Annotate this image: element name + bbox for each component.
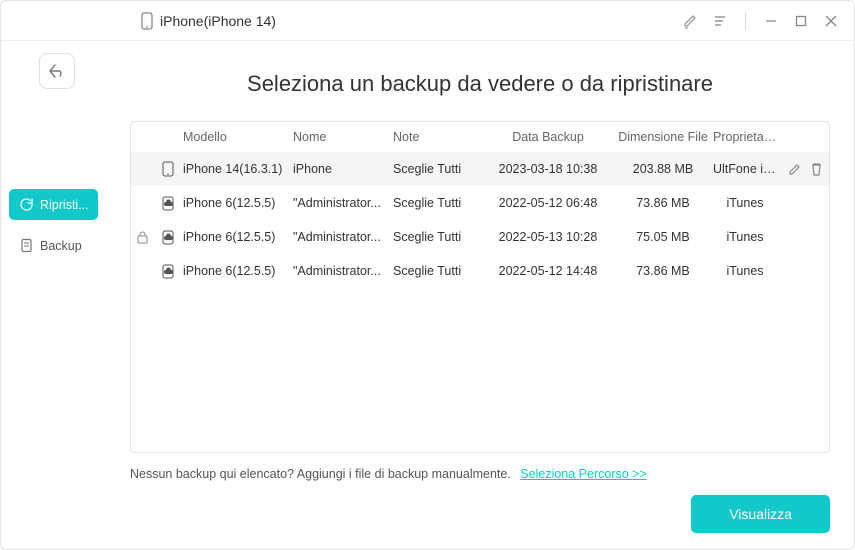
footer-hint: Nessun backup qui elencato? Aggiungi i f… [130,467,830,481]
cell-name: "Administrator... [293,196,393,210]
device-type-icon [153,229,183,245]
cell-name: "Administrator... [293,230,393,244]
backup-table: Modello Nome Note Data Backup Dimensione… [130,121,830,453]
cell-note: Sceglie Tutti [393,264,483,278]
device-info: iPhone(iPhone 14) [141,12,276,30]
select-path-link[interactable]: Seleziona Percorso >> [520,467,646,481]
divider [745,12,746,30]
edit-row-icon[interactable] [788,162,802,176]
table-row[interactable]: iPhone 14(16.3.1)iPhoneSceglie Tutti2023… [131,152,829,186]
lock-icon [131,231,153,244]
title-bar: iPhone(iPhone 14) [1,1,854,41]
cell-model: iPhone 6(12.5.5) [183,196,293,210]
cell-model: iPhone 6(12.5.5) [183,264,293,278]
cell-date: 2022-05-13 10:28 [483,230,613,244]
cell-note: Sceglie Tutti [393,162,483,176]
cell-name: "Administrator... [293,264,393,278]
sidebar: Ripristi... Backup [1,41,106,549]
cell-size: 75.05 MB [613,230,713,244]
delete-row-icon[interactable] [810,162,823,176]
cell-date: 2023-03-18 10:38 [483,162,613,176]
close-icon[interactable] [822,12,840,30]
col-size: Dimensione File [613,130,713,144]
phone-icon [141,12,153,30]
menu-icon[interactable] [711,12,729,30]
refresh-icon [19,197,34,212]
device-type-icon [153,263,183,279]
sidebar-item-label: Ripristi... [40,198,89,212]
table-row[interactable]: iPhone 6(12.5.5)"Administrator...Sceglie… [131,186,829,220]
cell-note: Sceglie Tutti [393,230,483,244]
cell-note: Sceglie Tutti [393,196,483,210]
backup-icon [19,238,34,253]
col-model: Modello [183,130,293,144]
sidebar-item-label: Backup [40,239,82,253]
sidebar-item-restore[interactable]: Ripristi... [9,189,98,220]
cell-owner: iTunes [713,196,781,210]
col-name: Nome [293,130,393,144]
cell-owner: iTunes [713,230,781,244]
edit-icon[interactable] [681,12,699,30]
maximize-icon[interactable] [792,12,810,30]
cell-name: iPhone [293,162,393,176]
table-row[interactable]: iPhone 6(12.5.5)"Administrator...Sceglie… [131,254,829,288]
cell-size: 73.86 MB [613,196,713,210]
cell-model: iPhone 6(12.5.5) [183,230,293,244]
cell-model: iPhone 14(16.3.1) [183,162,293,176]
cell-size: 73.86 MB [613,264,713,278]
minimize-icon[interactable] [762,12,780,30]
page-title: Seleziona un backup da vedere o da ripri… [130,71,830,97]
col-owner: Proprietario [713,130,781,144]
table-header: Modello Nome Note Data Backup Dimensione… [131,122,829,152]
cell-owner: UltFone iOS Data... [713,162,781,176]
table-row[interactable]: iPhone 6(12.5.5)"Administrator...Sceglie… [131,220,829,254]
col-note: Note [393,130,483,144]
cell-date: 2022-05-12 06:48 [483,196,613,210]
device-type-icon [153,161,183,177]
cell-size: 203.88 MB [613,162,713,176]
back-button[interactable] [39,53,75,89]
device-name: iPhone(iPhone 14) [160,13,276,29]
cell-owner: iTunes [713,264,781,278]
main-content: Seleziona un backup da vedere o da ripri… [106,41,854,549]
device-type-icon [153,195,183,211]
col-date: Data Backup [483,130,613,144]
hint-text: Nessun backup qui elencato? Aggiungi i f… [130,467,511,481]
view-button[interactable]: Visualizza [691,495,830,533]
cell-date: 2022-05-12 14:48 [483,264,613,278]
sidebar-item-backup[interactable]: Backup [9,230,98,261]
